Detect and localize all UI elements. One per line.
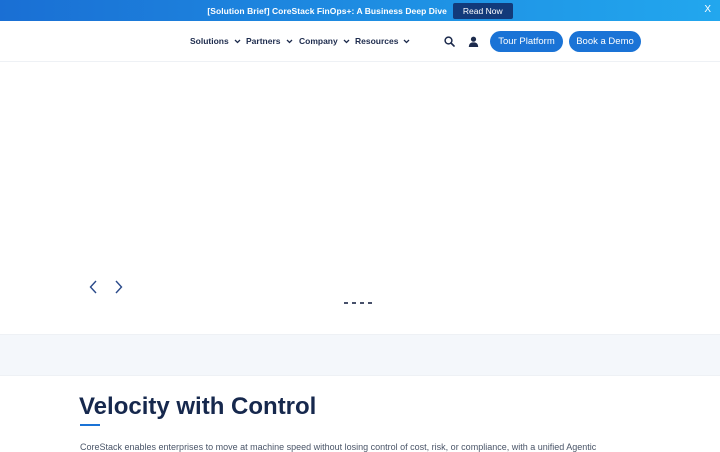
search-icon[interactable]: [444, 36, 455, 47]
user-icon[interactable]: [468, 36, 479, 47]
section-title: Velocity with Control: [79, 393, 317, 420]
tour-platform-button[interactable]: Tour Platform: [490, 31, 563, 52]
chevron-down-icon: [404, 39, 410, 43]
carousel-dot[interactable]: [344, 302, 348, 304]
chevron-down-icon: [286, 39, 292, 43]
nav-item-label: Partners: [246, 36, 281, 46]
nav-item-company[interactable]: Company: [299, 36, 350, 46]
hero-carousel: [0, 62, 720, 334]
book-demo-button[interactable]: Book a Demo: [569, 31, 641, 52]
section-body: CoreStack enables enterprises to move at…: [80, 442, 597, 452]
nav-item-partners[interactable]: Partners: [246, 36, 293, 46]
chevron-down-icon: [343, 39, 350, 43]
carousel-dot[interactable]: [368, 302, 372, 304]
nav-item-label: Solutions: [190, 36, 229, 46]
title-underline: [80, 424, 100, 426]
carousel-dot[interactable]: [360, 302, 364, 304]
nav-item-label: Resources: [355, 36, 399, 46]
nav-item-label: Company: [299, 36, 338, 46]
carousel-dot[interactable]: [352, 302, 356, 304]
nav-item-resources[interactable]: Resources: [355, 36, 410, 46]
carousel-pagination: [344, 302, 372, 304]
logo-band: [0, 334, 720, 376]
nav-item-solutions[interactable]: Solutions: [190, 36, 241, 46]
chevron-right-icon[interactable]: [114, 279, 124, 295]
chevron-down-icon: [234, 39, 241, 43]
main-navbar: Solutions Partners Company Resources Tou…: [0, 21, 720, 62]
announcement-bar: [Solution Brief] CoreStack FinOps+: A Bu…: [0, 0, 720, 21]
close-icon[interactable]: X: [704, 4, 711, 16]
read-now-button[interactable]: Read Now: [452, 2, 513, 19]
announcement-text[interactable]: [Solution Brief] CoreStack FinOps+: A Bu…: [207, 6, 447, 16]
chevron-left-icon[interactable]: [88, 279, 98, 295]
